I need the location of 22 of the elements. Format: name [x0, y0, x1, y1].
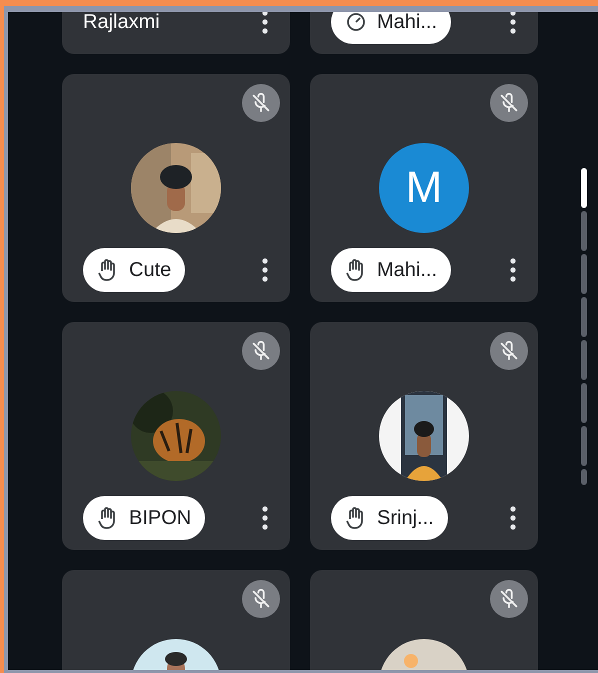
scrollbar-segment — [581, 211, 587, 251]
more-options-icon[interactable] — [260, 504, 270, 532]
participant-name: Rajlaxmi — [83, 12, 160, 35]
participant-name: Cute — [129, 258, 172, 283]
participant-name: Srinj... — [377, 506, 434, 531]
participant-name: Mahi... — [377, 12, 438, 35]
scrollbar-segment — [581, 383, 587, 423]
more-options-icon[interactable] — [508, 504, 518, 532]
participant-name: BIPON — [129, 506, 192, 531]
scrollbar-segment — [581, 426, 587, 466]
more-options-icon[interactable] — [508, 256, 518, 284]
letter-avatar: M — [379, 143, 469, 233]
scrollbar-segment — [581, 254, 587, 294]
scrollbar-segment — [581, 297, 587, 337]
more-options-icon[interactable] — [260, 256, 270, 284]
participant-name: Mahi... — [377, 258, 438, 283]
more-options-icon[interactable] — [260, 12, 270, 36]
dial-icon — [345, 12, 367, 33]
scrollbar-thumb[interactable] — [581, 168, 587, 208]
scrollbar-segment — [581, 340, 587, 380]
scrollbar-segment — [581, 469, 587, 485]
more-options-icon[interactable] — [508, 12, 518, 36]
